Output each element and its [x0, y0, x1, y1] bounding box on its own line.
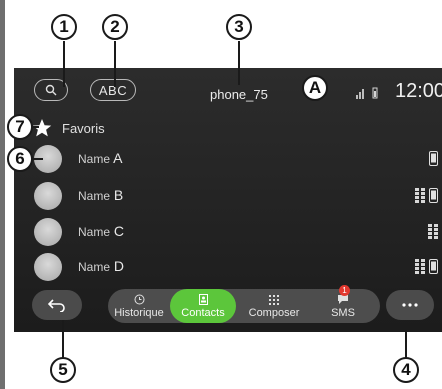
contact-row-icons [428, 224, 438, 240]
favorites-label: Favoris [62, 120, 105, 136]
tab-label: Historique [114, 306, 164, 319]
callout-2: 2 [102, 14, 128, 40]
callout-1: 1 [51, 14, 77, 40]
tab-label: Contacts [181, 306, 225, 319]
keypad-icon[interactable] [415, 188, 425, 203]
signal-icon [356, 89, 364, 99]
avatar [34, 218, 62, 246]
favorites-row[interactable]: Favoris [32, 117, 105, 139]
callout-6: 6 [7, 146, 33, 172]
callout-line-5 [62, 320, 64, 358]
name-prefix: Name [78, 225, 111, 239]
search-icon [45, 84, 57, 96]
contact-row-icons [415, 188, 438, 204]
callout-a: A [302, 75, 328, 101]
back-arrow-icon [48, 299, 65, 312]
keypad-icon [269, 294, 279, 306]
contact-name: Name C [78, 223, 124, 239]
name-prefix: Name [78, 260, 111, 274]
tab-label: Composer [248, 306, 300, 319]
battery-icon [372, 87, 378, 99]
contact-row-d[interactable]: Name D [34, 253, 438, 281]
bottom-bar: Historique Contacts Composer SMS 1 [14, 285, 442, 332]
keypad-icon[interactable] [415, 259, 425, 274]
phone-icon[interactable] [429, 151, 438, 166]
tab-composer[interactable]: Composer [238, 289, 310, 323]
callout-line-7 [33, 126, 39, 128]
phone-contacts-screen: ABC phone_75 12:00 Favoris Name A Name B… [14, 68, 442, 332]
clock-icon [134, 294, 145, 306]
clock: 12:00 [395, 80, 442, 102]
back-button[interactable] [32, 290, 82, 320]
callout-line-4 [405, 330, 407, 358]
callout-line-6 [33, 158, 43, 160]
contact-row-icons [429, 151, 438, 167]
contact-row-a[interactable]: Name A [34, 145, 438, 173]
sms-unread-badge: 1 [339, 285, 350, 296]
name-letter: C [113, 223, 125, 239]
name-prefix: Name [78, 189, 111, 203]
contact-name: Name A [78, 150, 122, 166]
callout-7: 7 [7, 114, 33, 140]
name-prefix: Name [78, 152, 111, 166]
name-letter: D [113, 258, 125, 274]
tab-label: SMS [331, 306, 355, 319]
phone-icon[interactable] [429, 188, 438, 203]
phone-icon[interactable] [429, 259, 438, 274]
contact-row-b[interactable]: Name B [34, 182, 438, 210]
callout-line-3 [238, 41, 240, 85]
contact-name: Name B [78, 187, 123, 203]
more-dots-icon [402, 303, 418, 307]
callout-line-2 [114, 41, 116, 87]
callout-line-1 [63, 41, 65, 87]
avatar [34, 253, 62, 281]
keypad-icon[interactable] [428, 224, 438, 239]
tab-historique[interactable]: Historique [108, 289, 170, 323]
left-edge-bar [0, 0, 5, 389]
contacts-icon [198, 294, 208, 306]
name-letter: A [113, 150, 123, 166]
callout-3: 3 [226, 14, 252, 40]
contact-name: Name D [78, 258, 124, 274]
star-icon [32, 119, 52, 137]
contact-row-icons [415, 259, 438, 275]
alphabet-filter-button[interactable]: ABC [90, 79, 136, 101]
name-letter: B [113, 187, 124, 203]
callout-5: 5 [50, 357, 76, 383]
more-options-button[interactable] [386, 290, 434, 320]
contact-row-c[interactable]: Name C [34, 218, 438, 246]
avatar [34, 182, 62, 210]
tab-contacts[interactable]: Contacts [170, 289, 236, 323]
callout-4: 4 [393, 357, 419, 383]
connected-phone-name: phone_75 [210, 87, 268, 102]
tab-strip: Historique Contacts Composer SMS [108, 289, 380, 323]
status-icons [356, 84, 382, 100]
